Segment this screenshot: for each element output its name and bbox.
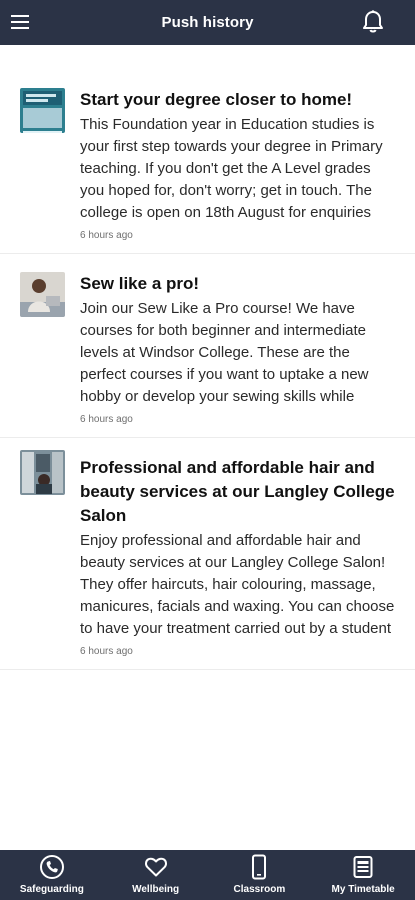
bell-icon[interactable]: [361, 9, 385, 35]
notification-timestamp: 6 hours ago: [80, 414, 133, 425]
notification-timestamp: 6 hours ago: [80, 230, 133, 241]
hamburger-menu-icon[interactable]: [10, 12, 30, 32]
page-title: Push history: [161, 14, 254, 31]
tab-classroom[interactable]: Classroom: [208, 850, 312, 900]
notification-title: Start your degree closer to home!: [80, 90, 353, 109]
notification-thumbnail: [20, 88, 65, 133]
tab-wellbeing[interactable]: Wellbeing: [104, 850, 208, 900]
notification-body: This Foundation year in Education studie…: [80, 116, 383, 221]
notification-title: Professional and affordable hair and bea…: [80, 458, 395, 525]
timetable-icon: [350, 854, 376, 880]
heart-icon: [143, 854, 169, 880]
tab-my-timetable[interactable]: My Timetable: [311, 850, 415, 900]
tab-label: Safeguarding: [19, 884, 84, 895]
notification-thumbnail: [20, 272, 65, 317]
notification-item[interactable]: Professional and affordable hair and bea…: [0, 438, 415, 670]
mobile-device-icon: [246, 854, 272, 880]
push-history-list: Start your degree closer to home! This F…: [0, 70, 415, 670]
tab-label: Wellbeing: [132, 884, 180, 895]
tab-label: Classroom: [233, 884, 286, 895]
notification-thumbnail: [20, 450, 65, 495]
phone-icon: [39, 854, 65, 880]
notification-body: Join our Sew Like a Pro course! We have …: [80, 300, 369, 405]
notification-body: Enjoy professional and affordable hair a…: [80, 532, 395, 637]
top-bar: Push history: [0, 0, 415, 45]
notification-title: Sew like a pro!: [80, 274, 200, 293]
notification-item[interactable]: Sew like a pro! Join our Sew Like a Pro …: [0, 254, 415, 438]
app-root: Push history Start your degree closer to…: [0, 0, 415, 900]
tab-label: My Timetable: [331, 884, 395, 895]
notification-item[interactable]: Start your degree closer to home! This F…: [0, 70, 415, 254]
bottom-tab-bar: Safeguarding Wellbeing Classroom My Time…: [0, 850, 415, 900]
tab-safeguarding[interactable]: Safeguarding: [0, 850, 104, 900]
notification-timestamp: 6 hours ago: [80, 646, 133, 657]
